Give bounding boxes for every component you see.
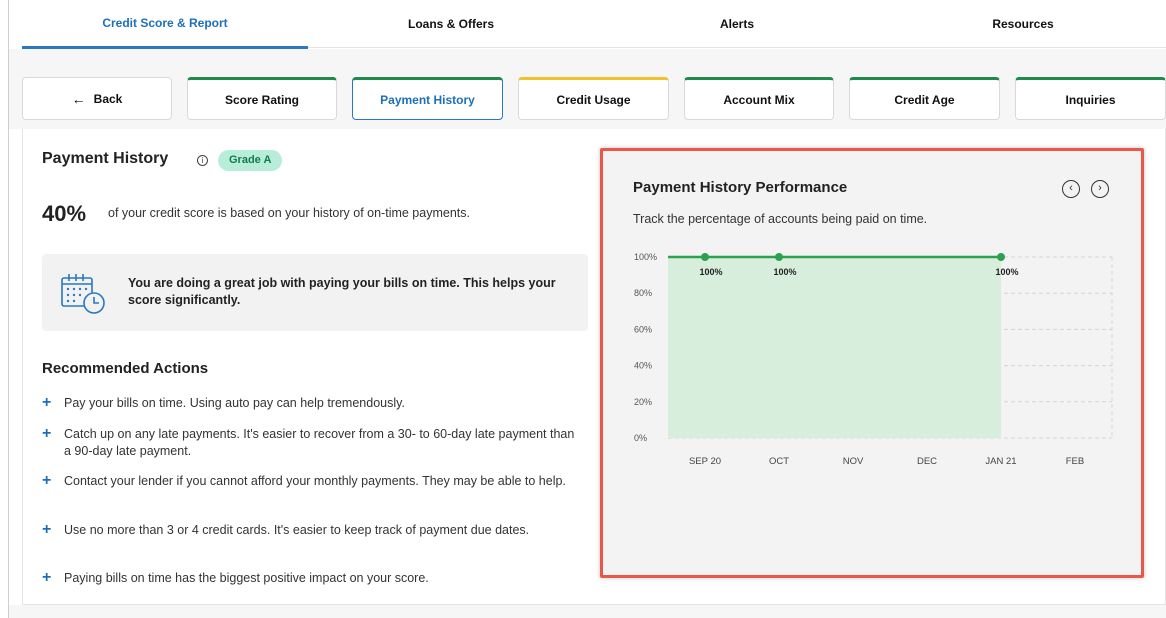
tab-resources[interactable]: Resources [880, 0, 1166, 48]
back-arrow-icon: ← [71, 90, 86, 107]
y-tick-label: 20% [634, 397, 652, 407]
data-point [997, 253, 1005, 261]
recommended-actions-title: Recommended Actions [42, 360, 209, 377]
subtab-credit-usage[interactable]: Credit Usage [518, 77, 669, 120]
data-point [701, 253, 709, 261]
list-item: + Contact your lender if you cannot affo… [42, 472, 584, 490]
area-fill [668, 257, 1001, 438]
plus-icon: + [42, 394, 52, 411]
plus-icon: + [42, 472, 52, 489]
plus-icon: + [42, 521, 52, 538]
plus-icon: + [42, 569, 52, 586]
grade-badge: Grade A [218, 150, 283, 171]
subtab-inquiries[interactable]: Inquiries [1015, 77, 1166, 120]
tab-credit-score-report[interactable]: Credit Score & Report [22, 0, 308, 49]
info-icon[interactable]: i [197, 155, 208, 166]
y-tick-label: 0% [634, 433, 647, 443]
x-tick-label: OCT [769, 456, 789, 467]
chart-title: Payment History Performance [633, 179, 848, 196]
page-bottom-bg [9, 605, 1166, 618]
list-item-text: Contact your lender if you cannot afford… [64, 474, 566, 488]
subtab-score-rating[interactable]: Score Rating [187, 77, 337, 120]
list-item-text: Catch up on any late payments. It's easi… [64, 427, 575, 458]
top-navigation: Credit Score & Report Loans & Offers Ale… [22, 0, 1166, 49]
calendar-clock-icon [61, 274, 105, 314]
x-tick-label: SEP 20 [689, 456, 721, 467]
payment-history-title: Payment History [42, 150, 169, 167]
y-tick-label: 80% [634, 288, 652, 298]
subtab-account-mix[interactable]: Account Mix [684, 77, 834, 120]
list-item: + Catch up on any late payments. It's ea… [42, 425, 584, 460]
list-item: + Use no more than 3 or 4 credit cards. … [42, 521, 584, 539]
list-item: + Paying bills on time has the biggest p… [42, 569, 584, 587]
y-tick-label: 60% [634, 324, 652, 334]
chart-subtitle: Track the percentage of accounts being p… [633, 212, 928, 226]
score-weight-text: of your credit score is based on your hi… [108, 206, 470, 220]
x-tick-label: FEB [1066, 456, 1084, 467]
tab-loans-offers[interactable]: Loans & Offers [308, 0, 594, 48]
subtab-credit-age[interactable]: Credit Age [849, 77, 1000, 120]
list-item: + Pay your bills on time. Using auto pay… [42, 394, 584, 412]
list-item-text: Pay your bills on time. Using auto pay c… [64, 396, 405, 410]
plus-icon: + [42, 425, 52, 442]
tab-alerts[interactable]: Alerts [594, 0, 880, 48]
y-tick-label: 100% [634, 252, 657, 262]
subtab-payment-history[interactable]: Payment History [352, 77, 503, 120]
x-tick-label: JAN 21 [985, 456, 1016, 467]
chevron-right-icon[interactable]: › [1091, 180, 1109, 198]
x-tick-label: DEC [917, 456, 937, 467]
back-label: Back [93, 91, 123, 106]
y-tick-label: 40% [634, 361, 652, 371]
data-point [775, 253, 783, 261]
tip-text: You are doing a great job with paying yo… [128, 276, 556, 307]
data-label: 100% [995, 267, 1018, 277]
back-button[interactable]: ← Back [22, 77, 172, 120]
list-item-text: Use no more than 3 or 4 credit cards. It… [64, 523, 530, 537]
data-label: 100% [699, 267, 722, 277]
data-label: 100% [773, 267, 796, 277]
list-item-text: Paying bills on time has the biggest pos… [64, 571, 429, 585]
chevron-left-icon[interactable]: ‹ [1062, 180, 1080, 198]
payment-history-chart: 0% 20% 40% 60% 80% 100% SEP 20 OCT NOV DEC JAN 21 F… [634, 252, 1113, 467]
x-tick-label: NOV [843, 456, 864, 467]
score-weight-percent: 40% [42, 201, 87, 226]
